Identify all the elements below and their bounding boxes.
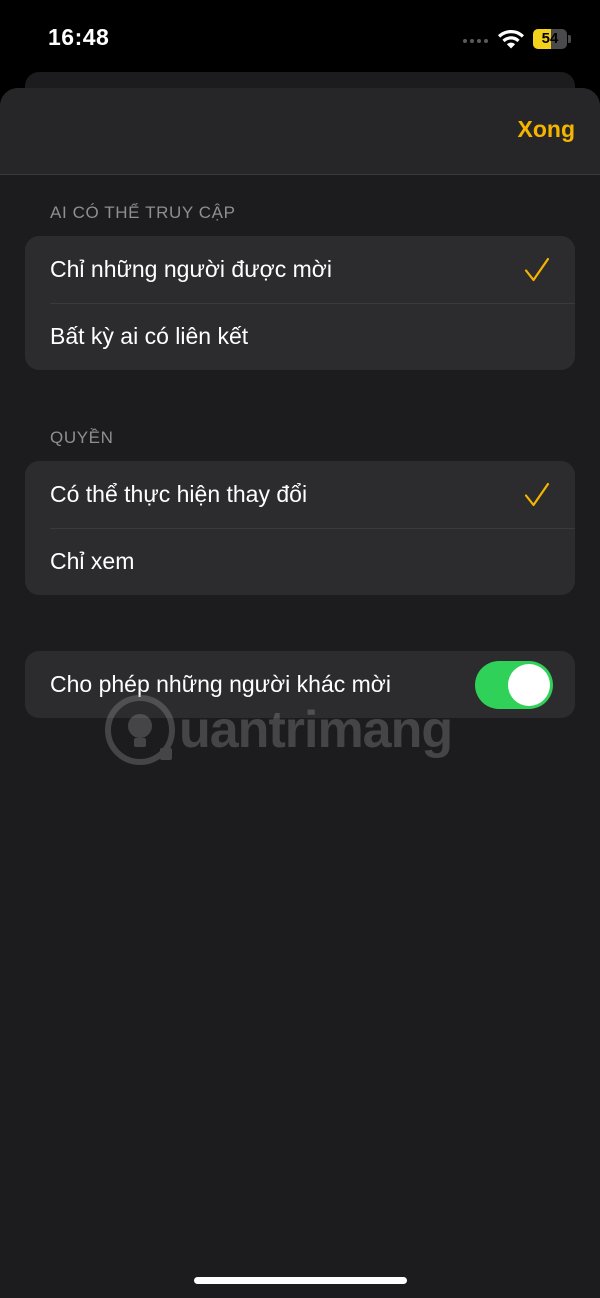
checkmark-icon — [524, 257, 550, 282]
toggle-knob — [508, 664, 550, 706]
option-anyone-with-link[interactable]: Bất kỳ ai có liên kết — [25, 303, 575, 370]
option-view-only[interactable]: Chỉ xem — [25, 528, 575, 595]
checkmark-icon — [524, 482, 550, 507]
option-label: Bất kỳ ai có liên kết — [50, 323, 249, 349]
section-header-access: AI CÓ THỂ TRUY CẬP — [50, 203, 236, 222]
permission-options-group: Có thể thực hiện thay đổi Chỉ xem — [25, 461, 575, 595]
status-bar: 16:48 54 — [0, 0, 600, 80]
access-options-group: Chỉ những người được mời Bất kỳ ai có li… — [25, 236, 575, 370]
option-label: Chỉ những người được mời — [50, 256, 332, 282]
watermark-text: uantrimang — [179, 701, 453, 759]
option-can-make-changes[interactable]: Có thể thực hiện thay đổi — [25, 461, 575, 528]
done-button[interactable]: Xong — [518, 116, 576, 143]
allow-others-invite-toggle[interactable] — [475, 661, 553, 709]
option-label: Có thể thực hiện thay đổi — [50, 481, 308, 507]
status-time: 16:48 — [48, 24, 110, 50]
battery-icon: 54 — [533, 29, 571, 49]
lightbulb-logo-icon — [105, 695, 175, 765]
watermark: uantrimang — [104, 692, 453, 770]
home-indicator[interactable] — [194, 1277, 407, 1284]
option-label: Chỉ xem — [50, 548, 135, 574]
battery-level: 54 — [541, 30, 559, 47]
sheet-header: Xong — [0, 88, 600, 175]
wifi-icon — [498, 30, 524, 49]
option-invited-only[interactable]: Chỉ những người được mời — [25, 236, 575, 303]
cellular-dots-icon — [463, 39, 488, 43]
section-header-permission: QUYỀN — [50, 428, 114, 447]
